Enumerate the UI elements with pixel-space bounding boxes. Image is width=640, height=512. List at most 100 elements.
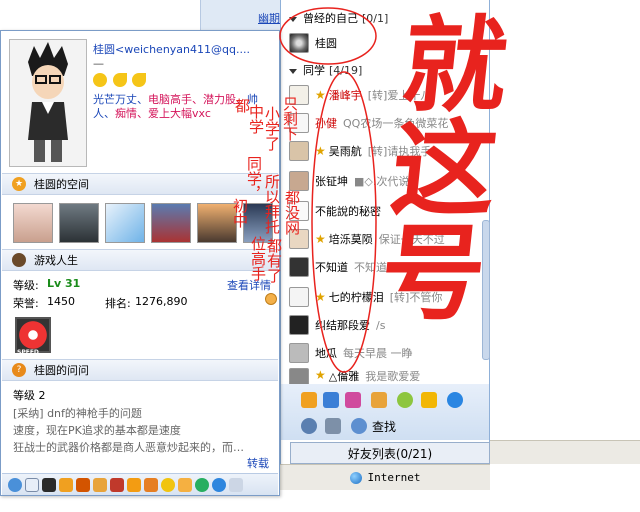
friend-signature: 每天早晨 一睁	[343, 347, 413, 360]
section-game-life[interactable]: 游戏人生	[2, 249, 278, 271]
find-button[interactable]: 查找	[372, 418, 396, 435]
speaker-icon[interactable]	[325, 418, 341, 434]
friend-row[interactable]: 地瓜 每天早晨 一睁	[289, 342, 489, 364]
mail-icon[interactable]	[301, 392, 317, 408]
gear-icon[interactable]	[301, 418, 317, 434]
photo-thumbnail[interactable]	[105, 203, 145, 243]
moon-icon	[132, 73, 146, 87]
doll-icon[interactable]	[144, 477, 158, 492]
badge-icon	[265, 293, 277, 305]
avatar	[289, 33, 309, 53]
pet-icon[interactable]	[59, 477, 73, 492]
handwritten-big-text: 就这号	[357, 10, 514, 322]
mail-icon[interactable]	[25, 477, 39, 492]
qq-speed-logo[interactable]	[15, 317, 51, 353]
friend-signature: 我是歌爱爱	[365, 370, 421, 383]
star-icon: ★	[315, 290, 326, 304]
photo-thumbnail[interactable]	[59, 203, 99, 243]
smiley-icon[interactable]	[161, 477, 175, 492]
handwritten-text: 只剩下	[281, 96, 299, 141]
group-header-classmates[interactable]: 同学 [4/19]	[289, 62, 362, 78]
tab-label: 好友列表(0/21)	[347, 446, 433, 461]
avatar	[289, 368, 309, 384]
apps-icon[interactable]	[345, 392, 361, 408]
party-icon[interactable]	[127, 477, 141, 492]
more-icon[interactable]	[229, 477, 243, 492]
friend-name: 潘峰宇	[328, 89, 362, 102]
star-icon: ★	[315, 144, 326, 158]
tag: 爱上大幅vxc	[148, 107, 211, 120]
handwritten-text: 初中	[231, 198, 249, 228]
status-icons	[93, 73, 148, 90]
section-title: 桂圆的空间	[34, 178, 89, 191]
handwritten-text: 都	[233, 98, 251, 113]
star-icon: ★	[315, 232, 326, 246]
level-value: Lv 31	[47, 277, 81, 290]
group-header-past-self[interactable]: 曾经的自己 [0/1]	[289, 10, 388, 26]
group-label: 同学	[303, 64, 325, 77]
qa-answer: 速度，现在PK追求的基本都是速度	[13, 424, 181, 437]
star-icon: ★	[315, 368, 326, 382]
browser-icon[interactable]	[447, 392, 463, 408]
handwritten-text: 都没网	[283, 190, 301, 235]
music-icon[interactable]	[93, 477, 107, 492]
nickname-line: 桂圆<weichenyan411@qq....	[93, 41, 275, 57]
handwritten-text: 所以拜托	[263, 174, 281, 234]
photo-thumbnail[interactable]	[13, 203, 53, 243]
tag: 痴情、	[115, 107, 148, 120]
browser-icon[interactable]	[195, 477, 209, 492]
handwritten-text: 位高手	[249, 236, 267, 281]
forward-link[interactable]: 转载	[247, 455, 269, 471]
email-address: <weichenyan411@qq....	[115, 43, 250, 56]
globe-icon	[349, 471, 362, 484]
friend-name: 地瓜	[315, 347, 337, 360]
pet-icon[interactable]	[371, 392, 387, 408]
status-bar: Internet	[280, 464, 490, 490]
avatar	[289, 287, 309, 307]
qa-answer: 狂战士的武器价格都是商人恶意炒起来的，而…	[13, 441, 244, 454]
honor-value: 1450	[47, 295, 75, 308]
avatar	[289, 315, 309, 335]
profile-icon-bar	[2, 473, 278, 495]
game-icon[interactable]	[421, 392, 437, 408]
friend-name: 桂圆	[315, 37, 337, 50]
qa-question[interactable]: [采纳] dnf的神枪手的问题	[13, 405, 269, 421]
signature-text: —	[93, 57, 104, 70]
background-link[interactable]: 幽期	[258, 10, 280, 26]
section-qq-wenwen[interactable]: ? 桂圆的问问	[2, 359, 278, 381]
avatar-show-icon[interactable]	[110, 477, 124, 492]
chevron-down-icon	[289, 16, 297, 22]
friend-name: 张钲坤	[315, 175, 348, 188]
smiley-icon	[93, 73, 107, 87]
friend-name: 吴雨航	[328, 145, 362, 158]
friend-row[interactable]: ★ △倫雅 我是歌爱爱	[289, 368, 489, 384]
avatar	[9, 39, 87, 167]
avatar	[289, 171, 309, 191]
moon-icon	[112, 73, 127, 87]
search-icon[interactable]	[351, 418, 367, 434]
photo-thumbnail[interactable]	[151, 203, 191, 243]
group-label: 曾经的自己	[303, 12, 358, 25]
nickname[interactable]: 桂圆	[93, 43, 115, 56]
game-icon[interactable]	[76, 477, 90, 492]
avatar	[289, 257, 309, 277]
star-icon: ★	[315, 88, 326, 102]
music-icon[interactable]	[397, 392, 413, 408]
tab-friend-list[interactable]: 好友列表(0/21)	[290, 442, 490, 464]
phone-icon[interactable]	[323, 392, 339, 408]
friend-name: 孙健	[315, 117, 337, 130]
rank-value: 1276,890	[135, 295, 188, 308]
group-count: [0/1]	[362, 12, 389, 25]
tag: 光芒万丈、	[93, 93, 148, 106]
section-qzone[interactable]: ★ 桂圆的空间	[2, 173, 278, 195]
pet-icon[interactable]	[178, 477, 192, 492]
qzone-icon[interactable]	[8, 477, 22, 492]
globe-icon[interactable]	[212, 477, 226, 492]
avatar-figure-icon	[28, 42, 68, 162]
friend-name: 不知道	[315, 261, 348, 274]
penguin-icon[interactable]	[42, 477, 56, 492]
level-label: 等级:	[13, 279, 39, 292]
group-count: [4/19]	[329, 64, 363, 77]
avatar	[289, 343, 309, 363]
status-text: Internet	[367, 471, 421, 484]
